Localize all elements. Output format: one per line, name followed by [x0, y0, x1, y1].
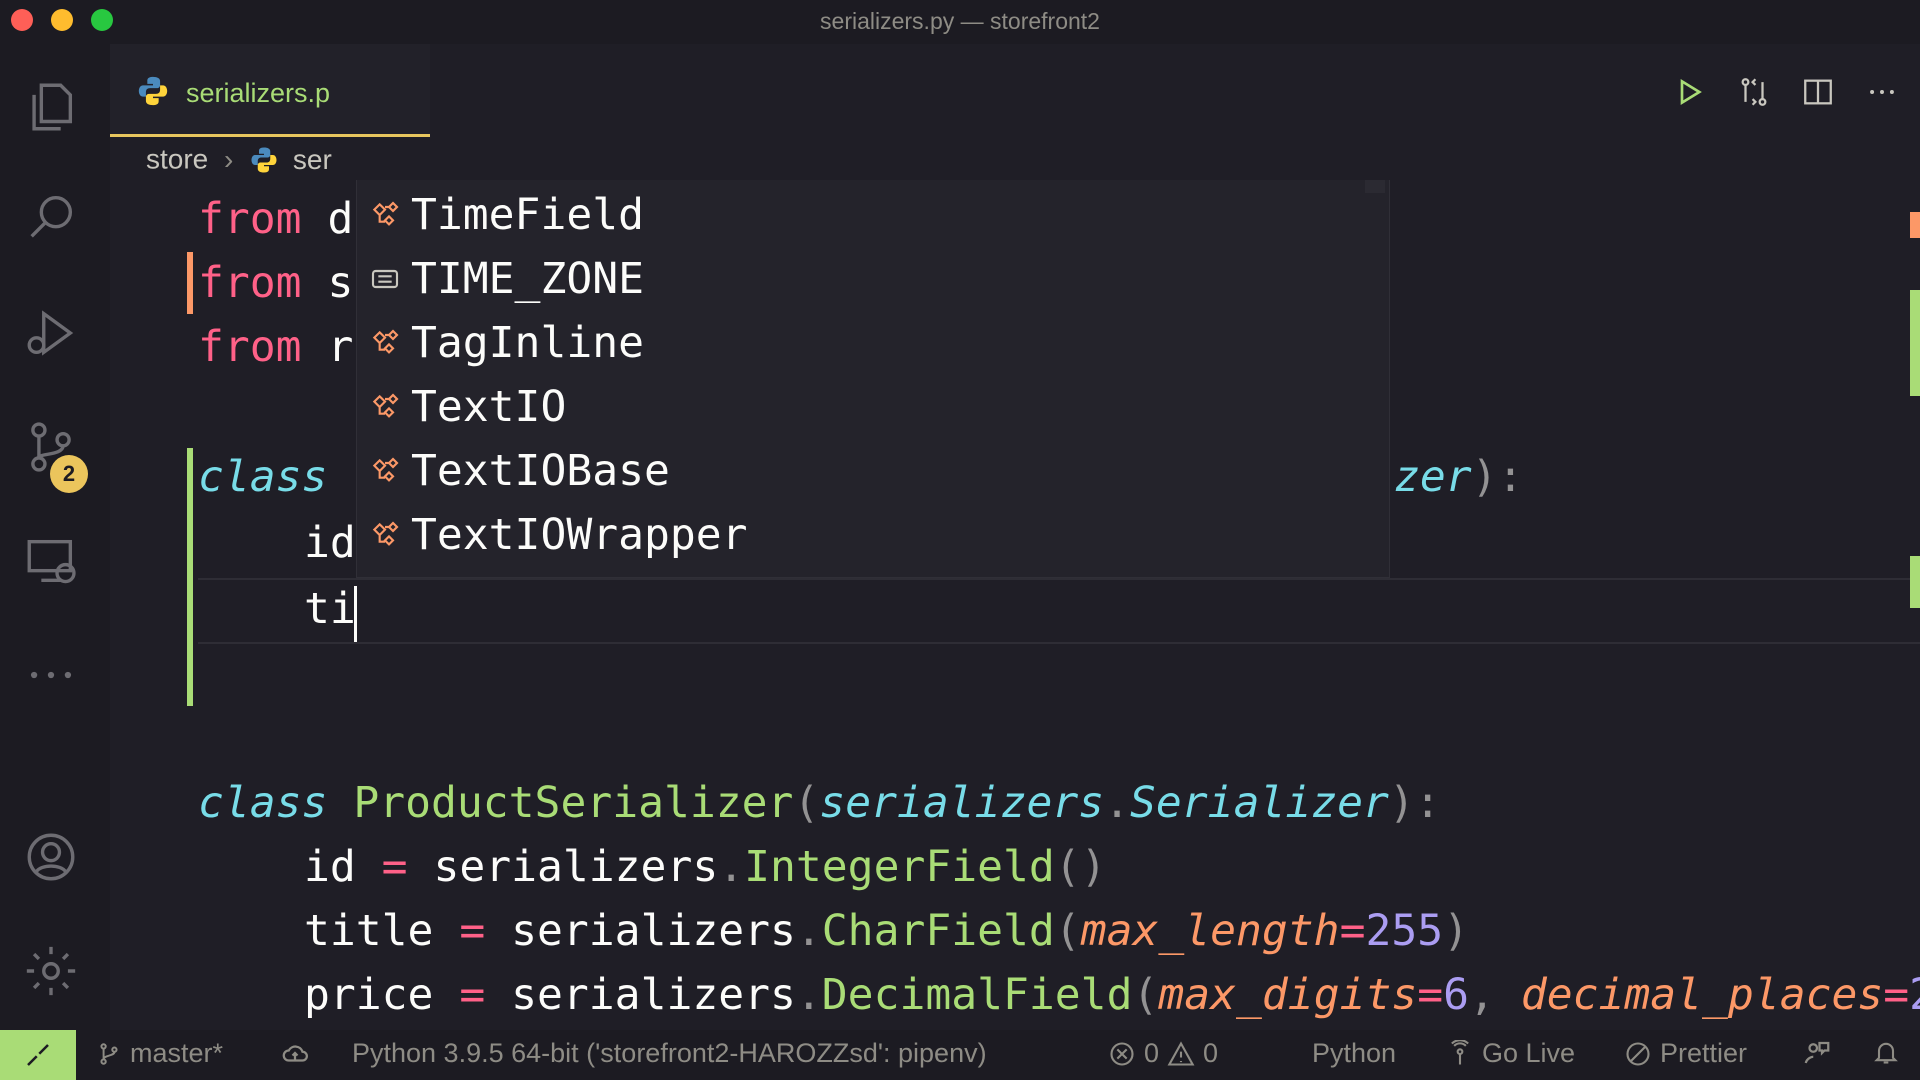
- go-live-label: Go Live: [1482, 1038, 1576, 1068]
- python-interpreter-label: Python 3.9.5 64-bit ('storefront2-HAROZZ…: [352, 1038, 987, 1068]
- suggest-item[interactable]: TextIOBase: [357, 439, 1389, 503]
- prettier-icon: [1626, 1041, 1650, 1066]
- code-line-10: class ProductSerializer(serializers.Seri…: [198, 778, 1441, 828]
- class-icon: [372, 457, 399, 482]
- suggest-item[interactable]: TextIOWrapper: [357, 503, 1389, 567]
- prettier-label: Prettier: [1660, 1038, 1748, 1068]
- code-line-3: from r: [198, 322, 354, 372]
- open-changes-icon[interactable]: [1732, 70, 1776, 114]
- branch-name: master*: [130, 1038, 224, 1068]
- code-line-5: class: [198, 452, 328, 502]
- class-icon: [372, 521, 399, 546]
- run-file-icon[interactable]: [1668, 70, 1712, 114]
- variable-icon: [371, 269, 399, 289]
- window-title: serializers.py — storefront2: [820, 8, 1100, 34]
- suggest-item-label: TagInline: [411, 318, 644, 368]
- python-interpreter-status[interactable]: Python 3.9.5 64-bit ('storefront2-HAROZZ…: [352, 1038, 987, 1069]
- suggest-item-label: TIME_ZONE: [411, 254, 644, 304]
- breadcrumb: store › ser: [146, 142, 332, 176]
- sync-status[interactable]: [280, 1038, 310, 1068]
- suggest-item-label: TextIOWrapper: [411, 510, 748, 560]
- overview-ruler-modified: [1910, 212, 1920, 238]
- warning-icon: [1167, 1040, 1195, 1066]
- tab-label: serializers.p: [186, 78, 331, 108]
- tab-serializers[interactable]: serializers.p: [110, 44, 430, 137]
- breadcrumb-folder[interactable]: store: [146, 144, 208, 175]
- title-bar: serializers.py — storefront2: [0, 0, 1920, 44]
- language-mode-status[interactable]: Python: [1312, 1038, 1396, 1069]
- cloud-upload-icon: [282, 1045, 308, 1062]
- tab-bar: serializers.p: [110, 44, 1920, 137]
- git-branch-icon: [100, 1042, 118, 1065]
- class-icon: [372, 329, 399, 354]
- suggest-item-label: TimeField: [411, 190, 644, 240]
- more-views-icon[interactable]: [20, 644, 82, 706]
- remote-explorer-icon[interactable]: [20, 530, 82, 592]
- suggest-item-label: TextIO: [411, 382, 567, 432]
- overview-ruler-added-2: [1910, 556, 1920, 608]
- error-count: 0: [1144, 1038, 1160, 1068]
- error-icon: [1110, 1041, 1134, 1066]
- added-lines-marker: [187, 448, 193, 706]
- breadcrumb-file[interactable]: ser: [293, 144, 332, 175]
- class-icon: [372, 393, 399, 418]
- status-bar: master* Python 3.9.5 64-bit ('storefront…: [0, 1030, 1920, 1080]
- python-file-icon: [138, 76, 168, 106]
- code-editor[interactable]: from d from s from r class zer): id ti c…: [110, 180, 1920, 1030]
- remote-indicator-button[interactable]: [0, 1030, 76, 1080]
- suggest-item[interactable]: TimeField: [357, 183, 1389, 247]
- run-debug-icon[interactable]: [20, 302, 82, 364]
- go-live-status[interactable]: Go Live: [1446, 1038, 1575, 1069]
- explorer-icon[interactable]: [20, 76, 82, 138]
- code-line-12: title = serializers.CharField(max_length…: [304, 906, 1470, 956]
- python-file-icon: [251, 147, 277, 173]
- text-cursor: [354, 586, 357, 642]
- class-icon: [372, 201, 399, 226]
- branch-status[interactable]: master*: [96, 1038, 223, 1069]
- notifications-status[interactable]: [1872, 1038, 1900, 1066]
- code-line-13: price = serializers.DecimalField(max_dig…: [304, 970, 1920, 1020]
- account-icon[interactable]: [20, 826, 82, 888]
- more-actions-icon[interactable]: [1860, 70, 1904, 114]
- chevron-right-icon: ›: [224, 143, 234, 175]
- code-line-1: from d: [198, 194, 354, 244]
- code-line-11: id = serializers.IntegerField(): [304, 842, 1107, 892]
- prettier-status[interactable]: Prettier: [1624, 1038, 1747, 1069]
- problems-status[interactable]: 0 0: [1108, 1038, 1218, 1069]
- editor-toolbar: [1668, 70, 1904, 114]
- suggest-item[interactable]: TIME_ZONE: [357, 247, 1389, 311]
- code-line-7: ti: [304, 584, 356, 634]
- suggest-item[interactable]: TextIO: [357, 375, 1389, 439]
- modified-line-marker: [187, 252, 193, 314]
- source-control-badge: 2: [50, 455, 88, 493]
- broadcast-icon: [1451, 1039, 1469, 1064]
- bell-icon: [1874, 1042, 1898, 1064]
- code-line-5-tail: zer):: [1394, 452, 1524, 502]
- feedback-icon: [1804, 1041, 1830, 1064]
- current-line-highlight: [198, 578, 1920, 644]
- suggest-item[interactable]: TagInline: [357, 311, 1389, 375]
- suggest-item-label: TextIOBase: [411, 446, 670, 496]
- split-editor-icon[interactable]: [1796, 70, 1840, 114]
- code-line-2: from s: [198, 258, 354, 308]
- code-line-6: id: [304, 518, 356, 568]
- settings-gear-icon[interactable]: [20, 940, 82, 1002]
- language-mode-label: Python: [1312, 1038, 1397, 1068]
- overview-ruler-added: [1910, 290, 1920, 396]
- remote-icon: [27, 1044, 49, 1066]
- feedback-status[interactable]: [1802, 1038, 1832, 1068]
- activity-bar: 2: [0, 44, 110, 1030]
- warning-count: 0: [1203, 1038, 1219, 1068]
- search-icon[interactable]: [20, 186, 82, 248]
- suggest-widget: TimeoutErrorTimeFieldTimeFieldTIME_ZONET…: [356, 180, 1390, 578]
